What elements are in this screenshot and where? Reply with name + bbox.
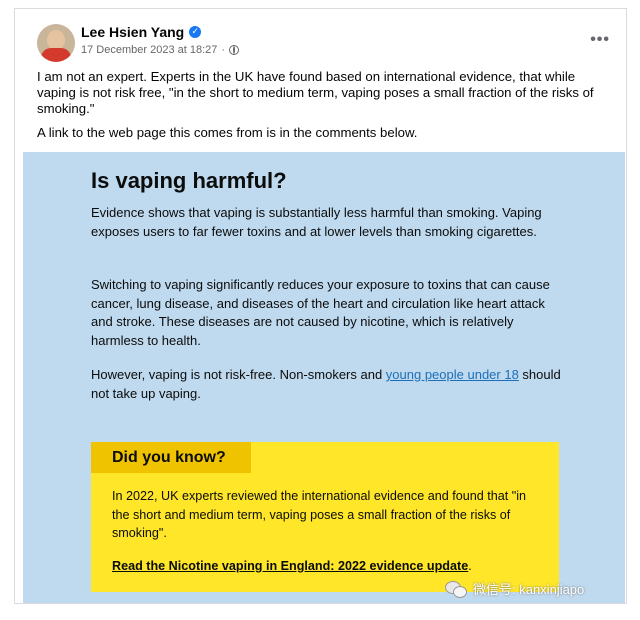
did-you-know-label: Did you know?: [91, 442, 251, 473]
globe-icon: [229, 45, 240, 55]
wechat-watermark: 微信号: kanxinjiapo: [445, 579, 584, 598]
meta-separator: ·: [221, 44, 226, 56]
avatar-shirt: [41, 48, 71, 62]
card-paragraph-1: Evidence shows that vaping is substantia…: [91, 205, 542, 239]
card-paragraph-2: Switching to vaping significantly reduce…: [91, 277, 550, 348]
card-paragraph-3: However, vaping is not risk-free. Non-sm…: [91, 366, 561, 403]
avatar-face: [47, 30, 65, 50]
evidence-update-line: Read the Nicotine vaping in England: 202…: [112, 559, 472, 573]
verified-badge-icon: ✓: [189, 26, 202, 38]
author-line: Lee Hsien Yang ✓: [81, 24, 202, 40]
did-you-know-callout: Did you know? In 2022, UK experts review…: [91, 442, 559, 592]
shared-screenshot-card[interactable]: Is vaping harmful? Evidence shows that v…: [23, 152, 625, 603]
card-heading: Is vaping harmful?: [91, 168, 287, 193]
post-meta: 17 December 2023 at 18:27 ·: [81, 44, 240, 56]
facebook-post: Lee Hsien Yang ✓ 17 December 2023 at 18:…: [14, 8, 627, 604]
evidence-update-link[interactable]: Read the Nicotine vaping in England: 202…: [112, 559, 468, 573]
wechat-icon: [445, 580, 467, 598]
watermark-text: 微信号: kanxinjiapo: [473, 582, 585, 597]
post-header: Lee Hsien Yang ✓ 17 December 2023 at 18:…: [15, 9, 626, 69]
evidence-update-suffix: .: [468, 559, 472, 573]
avatar[interactable]: [37, 24, 75, 62]
post-timestamp[interactable]: 17 December 2023 at 18:27: [81, 44, 217, 56]
more-options-icon[interactable]: •••: [590, 31, 610, 49]
post-text-paragraph-2: A link to the web page this comes from i…: [37, 125, 418, 140]
post-text-paragraph-1: I am not an expert. Experts in the UK ha…: [37, 69, 594, 116]
young-people-link[interactable]: young people under 18: [386, 367, 519, 382]
did-you-know-text: In 2022, UK experts reviewed the interna…: [112, 489, 527, 540]
card-paragraph-3-start: However, vaping is not risk-free. Non-sm…: [91, 367, 386, 382]
author-name[interactable]: Lee Hsien Yang: [81, 24, 184, 40]
post-text: I am not an expert. Experts in the UK ha…: [37, 69, 617, 141]
